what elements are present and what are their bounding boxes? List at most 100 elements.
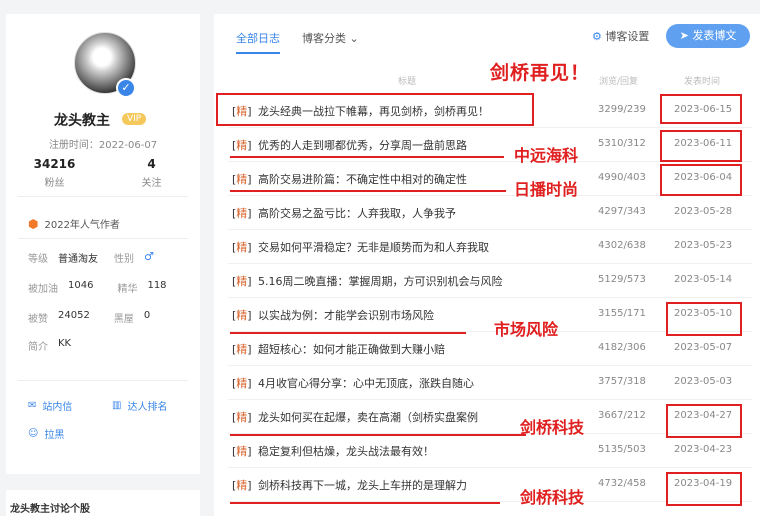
- table-row[interactable]: [精] 交易如何平滑稳定？无非是顺势而为和人弃我取 4302/638 2023-05-…: [214, 231, 760, 262]
- jiayou-value: 1046: [68, 280, 94, 291]
- post-title-link[interactable]: 以实战为例：才能学会识别市场风险: [258, 307, 434, 323]
- group-panel: 龙头教主讨论个股: [6, 490, 200, 516]
- post-views: 4990/403: [598, 172, 646, 183]
- table-row[interactable]: [精] 稳定复利但枯燥，龙头战法最有效！ 5135/503 2023-04-23: [214, 435, 760, 466]
- divider: [18, 238, 188, 239]
- follow-stat[interactable]: 4 关注: [103, 157, 200, 189]
- post-views: 4732/458: [598, 478, 646, 489]
- post-title-link[interactable]: 剑桥科技再下一城，龙头上车拼的是理解力: [258, 477, 467, 493]
- table-row[interactable]: [精] 4月收官心得分享：心中无顶底，涨跌自随心 3757/318 2023-05-0…: [214, 367, 760, 398]
- jiayou-label: 被加油: [28, 284, 58, 295]
- underline: [230, 332, 466, 334]
- post-views: 5135/503: [598, 444, 646, 455]
- essence-tag: [精]: [232, 139, 252, 152]
- mail-icon: ✉: [28, 400, 37, 411]
- blog-settings-button[interactable]: ⚙ 博客设置: [592, 28, 649, 44]
- post-views: 3299/239: [598, 104, 646, 115]
- category-label: 博客分类: [302, 32, 346, 45]
- zan-label: 被赞: [28, 314, 48, 325]
- row-divider: [228, 399, 752, 400]
- post-views: 4302/638: [598, 240, 646, 251]
- post-date: 2023-05-23: [674, 240, 733, 251]
- essence-tag: [精]: [232, 343, 252, 356]
- essence-tag: [精]: [232, 275, 252, 288]
- inbox-link[interactable]: ✉ 站内信: [28, 398, 72, 413]
- level-row: 等级 普通淘友 性别 ♂: [28, 250, 154, 265]
- gear-icon: ⚙: [592, 30, 602, 43]
- jinghua-label: 精华: [117, 284, 138, 295]
- annotation-label: 中远海科: [514, 146, 579, 165]
- post-title-link[interactable]: 超短核心：如何才能正确做到大赚小赔: [258, 341, 445, 357]
- essence-tag: [精]: [232, 309, 252, 322]
- underline: [230, 190, 506, 192]
- annotation-label: 剑桥科技: [520, 418, 585, 437]
- highlight-box: [666, 472, 742, 506]
- row-divider: [228, 229, 752, 230]
- publish-post-button[interactable]: ➤ 发表博文: [666, 24, 750, 48]
- essence-tag: [精]: [232, 445, 252, 458]
- annotation-label: 市场风险: [494, 320, 559, 339]
- rank-link[interactable]: ▥ 达人排名: [112, 398, 167, 413]
- post-title-link[interactable]: 高阶交易进阶篇：不确定性中相对的确定性: [258, 171, 467, 187]
- vip-badge: VIP: [122, 113, 147, 125]
- heiwu-label: 黑屋: [113, 314, 134, 325]
- annotation-label: 剑桥科技: [520, 488, 585, 507]
- block-link[interactable]: ☺ 拉黑: [28, 426, 64, 441]
- post-date: 2023-05-14: [674, 274, 733, 285]
- annotation-banner: 剑桥再见！: [490, 62, 591, 84]
- row-divider: [228, 127, 752, 128]
- row-divider: [228, 467, 752, 468]
- post-date: 2023-05-07: [674, 342, 733, 353]
- fans-stat[interactable]: 34216 粉丝: [6, 157, 103, 189]
- fans-count: 34216: [33, 157, 76, 171]
- profile-panel: ✓ 龙头教主 VIP 注册时间：2022-06-07 34216 粉丝 4 关注…: [6, 14, 200, 474]
- post-title-link[interactable]: 稳定复利但枯燥，龙头战法最有效！: [258, 443, 434, 459]
- post-views: 3757/318: [598, 376, 646, 387]
- post-date: 2023-05-03: [674, 376, 733, 387]
- post-title-link[interactable]: 交易如何平滑稳定？无非是顺势而为和人弃我取: [258, 239, 489, 255]
- post-views: 5310/312: [598, 138, 646, 149]
- group-title: 龙头教主讨论个股: [10, 504, 90, 515]
- table-row[interactable]: [精] 高阶交易之盈亏比：人弃我取，人争我予 4297/343 2023-05-28: [214, 197, 760, 228]
- fans-label: 粉丝: [44, 178, 65, 189]
- inbox-label: 站内信: [42, 402, 73, 413]
- essence-tag: [精]: [232, 479, 252, 492]
- rank-label: 达人排名: [127, 402, 168, 413]
- essence-tag: [精]: [232, 241, 252, 254]
- follow-count: 4: [147, 157, 156, 171]
- highlight-box: [660, 130, 742, 162]
- tab-bar: 全部日志 博客分类 ⌄: [236, 30, 359, 54]
- row-divider: [228, 365, 752, 366]
- post-views: 5129/573: [598, 274, 646, 285]
- highlight-box: [660, 164, 742, 196]
- verified-badge-icon: ✓: [116, 78, 136, 98]
- highlight-box: [666, 302, 742, 336]
- award: ⬢ 2022年人气作者: [28, 216, 120, 232]
- highlight-box: [216, 93, 534, 126]
- block-label: 拉黑: [44, 430, 65, 441]
- tab-category[interactable]: 博客分类 ⌄: [302, 30, 359, 54]
- chart-icon: ▥: [112, 400, 122, 411]
- post-views: 4182/306: [598, 342, 646, 353]
- tab-all-posts[interactable]: 全部日志: [236, 30, 280, 54]
- post-title-link[interactable]: 高阶交易之盈亏比：人弃我取，人争我予: [258, 205, 456, 221]
- intro-row: 简介 KK: [28, 338, 71, 353]
- table-row[interactable]: [精] 超短核心：如何才能正确做到大赚小赔 4182/306 2023-05-07: [214, 333, 760, 364]
- user-block-icon: ☺: [28, 428, 39, 439]
- post-title-link[interactable]: 龙头如何买在起爆，卖在高潮（剑桥实盘案例: [258, 409, 478, 425]
- post-title-link[interactable]: 优秀的人走到哪都优秀，分享周一盘前思路: [258, 137, 467, 153]
- divider: [18, 380, 188, 381]
- divider: [18, 196, 188, 197]
- essence-tag: [精]: [232, 173, 252, 186]
- username[interactable]: 龙头教主: [54, 110, 110, 130]
- publish-label: 发表博文: [692, 29, 737, 42]
- register-date: 注册时间：2022-06-07: [48, 140, 158, 151]
- essence-tag: [精]: [232, 207, 252, 220]
- column-date: 发表时间: [684, 77, 721, 87]
- table-header: 标题 浏览/回复 发表时间: [214, 74, 760, 92]
- chevron-down-icon: ⌄: [349, 32, 359, 45]
- table-row[interactable]: [精] 5.16周二晚直播：掌握周期，方可识别机会与风险 5129/573 2023-…: [214, 265, 760, 296]
- intro-label: 简介: [28, 342, 48, 353]
- post-title-link[interactable]: 4月收官心得分享：心中无顶底，涨跌自随心: [258, 375, 474, 391]
- post-title-link[interactable]: 5.16周二晚直播：掌握周期，方可识别机会与风险: [258, 273, 503, 289]
